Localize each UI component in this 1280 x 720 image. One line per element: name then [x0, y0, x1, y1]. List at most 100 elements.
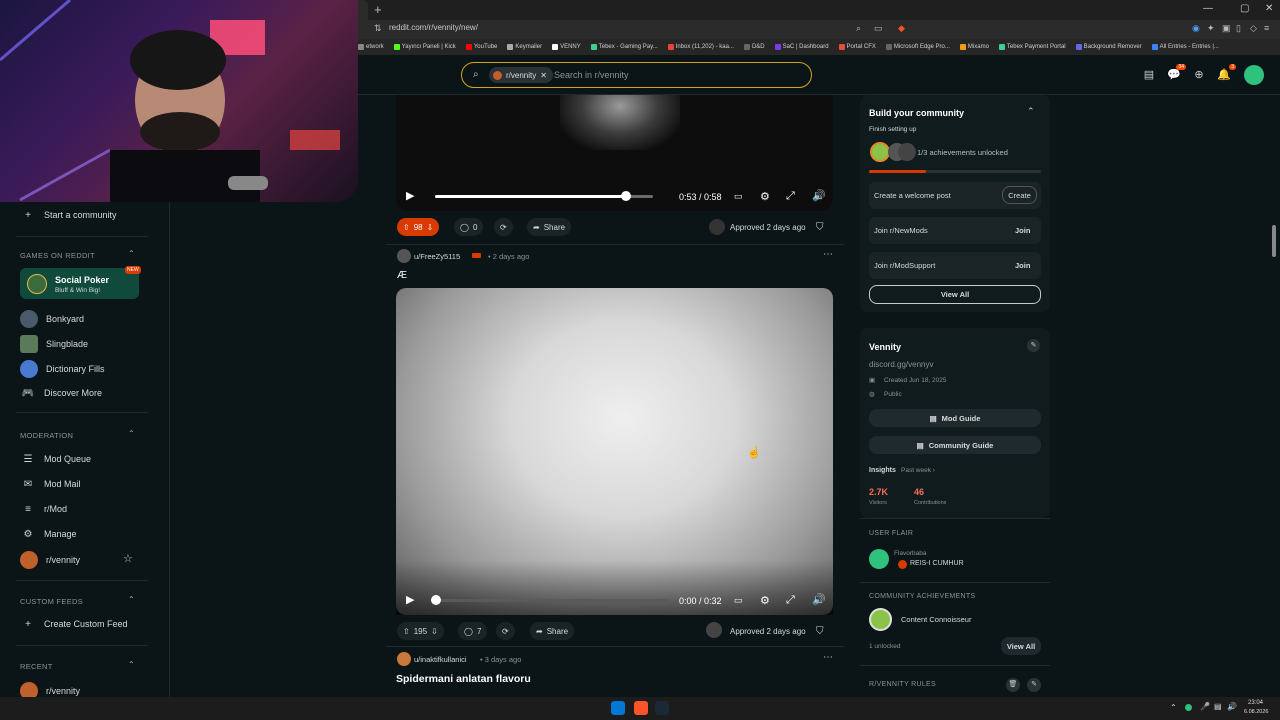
bookmark[interactable]: Mixamo	[959, 44, 989, 50]
new-tab-button[interactable]: +	[374, 2, 382, 17]
chevron-up-icon[interactable]: ⌃	[128, 595, 135, 604]
settings-gear-icon[interactable]: ⚙	[760, 190, 770, 203]
moderation-section-header[interactable]: MODERATION	[20, 431, 73, 440]
zoom-icon[interactable]: ⌕	[856, 23, 861, 34]
clear-chip-icon[interactable]: ✕	[540, 71, 547, 80]
custom-feeds-section-header[interactable]: CUSTOM FEEDS	[20, 597, 83, 606]
captions-icon[interactable]: ▭	[734, 191, 743, 202]
join-modsupport-button[interactable]: Join	[1015, 261, 1030, 270]
post3-more-icon[interactable]: ⋯	[823, 652, 833, 663]
sidebar-item-bonkyard[interactable]: Bonkyard	[20, 310, 84, 328]
bookmark[interactable]: Inbox (11,202) - kaa...	[667, 44, 734, 50]
flair-text[interactable]: REIS-I CUMHUR	[910, 560, 964, 567]
bookmark[interactable]: Yayıncı Paneli | Kick	[393, 44, 456, 50]
edit-pencil-icon[interactable]: ✎	[1027, 339, 1040, 352]
volume-icon[interactable]: 🔊	[812, 189, 826, 202]
extension-icon[interactable]: ◉	[1192, 23, 1200, 34]
close-window-button[interactable]: ✕	[1265, 3, 1273, 14]
join-newmods-button[interactable]: Join	[1015, 226, 1030, 235]
rules-trash-icon[interactable]: 🗑	[1006, 678, 1020, 692]
community-search-chip[interactable]: r/vennity ✕	[489, 67, 553, 83]
sidebar-toggle-icon[interactable]: ▯	[1236, 23, 1241, 34]
taskbar-date[interactable]: 6.08.2026	[1244, 709, 1268, 715]
create-custom-feed-link[interactable]: + Create Custom Feed	[20, 616, 127, 632]
recent-section-header[interactable]: RECENT	[20, 662, 53, 671]
chevron-up-icon[interactable]: ⌃	[128, 660, 135, 669]
post2-progress-handle[interactable]	[431, 595, 441, 605]
maximize-button[interactable]: ▢	[1240, 3, 1249, 14]
bookmark[interactable]: etwork	[358, 44, 384, 50]
start-community-link[interactable]: + Start a community	[20, 207, 116, 223]
bookmark[interactable]: YouTube	[465, 44, 497, 50]
post3-title[interactable]: Spidermani anlatan flavoru	[396, 673, 531, 685]
user-avatar[interactable]	[1244, 65, 1264, 85]
community-guide-button[interactable]: ▤ Community Guide	[869, 436, 1041, 454]
tray-app-icon[interactable]	[1185, 704, 1192, 711]
mod-guide-button[interactable]: ▤ Mod Guide	[869, 409, 1041, 427]
chevron-up-icon[interactable]: ⌃	[1027, 106, 1035, 117]
bookmark[interactable]: VENNY	[552, 44, 581, 50]
achievements-view-all-button[interactable]: View All	[1001, 637, 1041, 655]
url-field[interactable]: reddit.com/r/vennity/new/	[389, 23, 478, 32]
bookmark[interactable]: All Entries - Entries |...	[1151, 44, 1219, 50]
sidebar-item-manage[interactable]: ⚙ Manage	[20, 526, 77, 542]
notifications-icon[interactable]: 🔔 3	[1217, 64, 1236, 82]
mod-shield-icon[interactable]: ⛉	[816, 222, 824, 233]
upvote-icon[interactable]: ⇧	[403, 627, 410, 636]
post1-share-button[interactable]: ➦ Share	[527, 218, 572, 236]
sidebar-item-mod-mail[interactable]: ✉ Mod Mail	[20, 476, 81, 492]
post3-author[interactable]: u/inaktifkullanici	[414, 655, 467, 664]
post2-author-avatar[interactable]	[397, 249, 411, 263]
upvote-icon[interactable]: ⇧	[403, 223, 410, 232]
post1-crosspost-button[interactable]: ⟳	[494, 218, 513, 236]
sidebar-item-dictionary-fills[interactable]: Dictionary Fills	[20, 360, 105, 378]
brave-shield-icon[interactable]: ◆	[898, 23, 905, 34]
bookmark[interactable]: Tebex Payment Portal	[998, 44, 1066, 50]
view-all-button[interactable]: View All	[869, 285, 1041, 304]
fullscreen-icon[interactable]: ⤢	[786, 594, 795, 607]
post2-share-button[interactable]: ➦ Share	[530, 622, 575, 640]
post1-progress-handle[interactable]	[620, 191, 631, 201]
downvote-icon[interactable]: ⇩	[427, 223, 434, 232]
games-section-header[interactable]: GAMES ON REDDIT	[20, 251, 95, 260]
post3-author-avatar[interactable]	[397, 652, 411, 666]
steam-icon[interactable]	[655, 701, 669, 715]
bookmark[interactable]: D&D	[743, 44, 765, 50]
menu-icon[interactable]: ≡	[1264, 23, 1269, 33]
post2-comments-button[interactable]: ◯ 7	[458, 622, 488, 640]
extensions-puzzle-icon[interactable]: ✦	[1207, 23, 1215, 34]
sidebar-item-slingblade[interactable]: Slingblade	[20, 335, 88, 353]
captions-icon[interactable]: ▭	[734, 595, 743, 606]
mod-shield-icon[interactable]: ⛉	[816, 626, 824, 637]
chevron-up-icon[interactable]: ⌃	[128, 429, 135, 438]
rules-edit-pencil-icon[interactable]: ✎	[1027, 678, 1041, 692]
play-icon[interactable]: ▶	[406, 593, 414, 606]
page-scrollbar-thumb[interactable]	[1272, 225, 1276, 257]
post2-progress-track[interactable]	[435, 599, 669, 602]
windows-start-icon[interactable]	[611, 701, 625, 715]
post2-crosspost-button[interactable]: ⟳	[496, 622, 515, 640]
downvote-icon[interactable]: ⇩	[431, 627, 438, 636]
fullscreen-icon[interactable]: ⤢	[786, 190, 795, 203]
tray-chevron-icon[interactable]: ⌃	[1170, 703, 1177, 712]
speaker-icon[interactable]: 🔊	[1227, 702, 1237, 711]
bookmark[interactable]: Microsoft Edge Pro...	[885, 44, 950, 50]
sidebar-item-discover-more[interactable]: 🎮 Discover More	[20, 385, 102, 401]
shield-icon[interactable]: ◇	[1250, 23, 1257, 34]
post2-author[interactable]: u/FreeZy5115	[414, 252, 460, 261]
bookmark[interactable]: Tebex - Gaming Pay...	[590, 44, 658, 50]
minimize-button[interactable]: —	[1203, 3, 1213, 14]
chat-icon[interactable]: 💬 34	[1167, 64, 1186, 82]
settings-gear-icon[interactable]: ⚙	[760, 594, 770, 607]
insights-period-link[interactable]: Past week ›	[901, 467, 935, 474]
taskbar-time[interactable]: 23:04	[1248, 700, 1263, 706]
advertise-icon[interactable]: ▤	[1142, 68, 1156, 82]
create-button[interactable]: Create	[1002, 186, 1037, 204]
star-icon[interactable]: ☆	[123, 552, 133, 565]
chevron-up-icon[interactable]: ⌃	[128, 249, 135, 258]
site-info-icon[interactable]: ⇅	[374, 23, 382, 34]
cast-icon[interactable]: ▭	[874, 23, 883, 34]
post2-title[interactable]: Æ	[397, 270, 407, 281]
wallet-icon[interactable]: ▣	[1222, 23, 1231, 34]
microphone-icon[interactable]: 🎤	[1200, 702, 1210, 711]
